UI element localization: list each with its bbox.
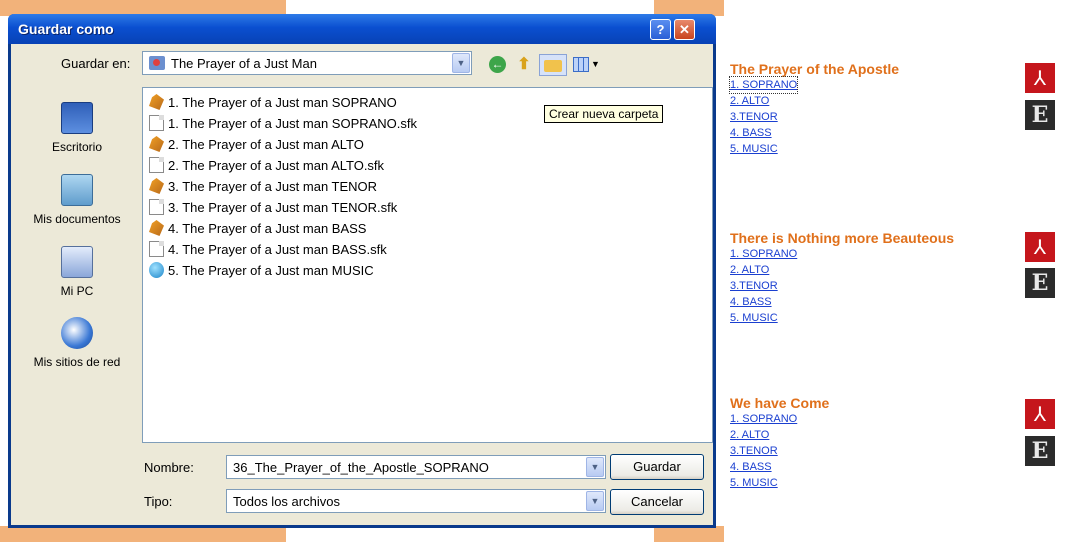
help-button[interactable]: ? — [650, 19, 671, 40]
pdf-icon[interactable]: ⅄ — [1025, 399, 1055, 429]
place-network[interactable]: Mis sitios de red — [25, 317, 129, 369]
filetype-combo[interactable]: Todos los archivos ▼ — [226, 489, 606, 513]
place-my-documents[interactable]: Mis documentos — [25, 174, 129, 226]
song-title: There is Nothing more Beauteous — [730, 230, 955, 246]
save-as-dialog: Guardar como ? ✕ Guardar en: The Prayer … — [8, 14, 716, 528]
song-link-music[interactable]: 5. MUSIC — [730, 141, 1030, 157]
lookin-value: The Prayer of a Just Man — [171, 56, 317, 71]
title-bar[interactable]: Guardar como ? ✕ — [8, 14, 716, 44]
song-link-tenor[interactable]: 3.TENOR — [730, 443, 1030, 459]
encore-icon[interactable]: E — [1025, 100, 1055, 130]
song-link-alto[interactable]: 2. ALTO — [730, 93, 1030, 109]
pdf-icon[interactable]: ⅄ — [1025, 63, 1055, 93]
background-strip-bottom — [0, 526, 286, 542]
folder-icon — [149, 56, 165, 70]
song-title: We have Come — [730, 395, 830, 411]
song-block: The Prayer of the Apostle 1. SOPRANO 2. … — [728, 61, 1030, 157]
song-link-soprano[interactable]: 1. SOPRANO — [730, 411, 1030, 427]
save-button[interactable]: Guardar — [610, 454, 704, 480]
my-computer-icon — [61, 246, 93, 278]
network-places-icon — [61, 317, 93, 349]
encore-icon[interactable]: E — [1025, 268, 1055, 298]
filename-combo[interactable]: 36_The_Prayer_of_the_Apostle_SOPRANO ▼ — [226, 455, 606, 479]
encore-file-icon — [149, 220, 164, 236]
document-icon — [149, 115, 164, 131]
up-folder-icon[interactable]: ⬆ — [514, 56, 534, 74]
name-label: Nombre: — [144, 460, 194, 475]
song-link-alto[interactable]: 2. ALTO — [730, 262, 1030, 278]
song-link-bass[interactable]: 4. BASS — [730, 294, 1030, 310]
desktop-icon — [61, 102, 93, 134]
song-link-soprano[interactable]: 1. SOPRANO — [728, 76, 799, 94]
chevron-down-icon[interactable]: ▼ — [452, 53, 470, 73]
my-documents-icon — [61, 174, 93, 206]
song-link-tenor[interactable]: 3.TENOR — [730, 278, 1030, 294]
filename-value: 36_The_Prayer_of_the_Apostle_SOPRANO — [233, 460, 489, 475]
place-label: Mis documentos — [33, 212, 121, 226]
pdf-icon[interactable]: ⅄ — [1025, 232, 1055, 262]
dialog-title: Guardar como — [18, 21, 114, 37]
views-menu-icon[interactable] — [573, 57, 589, 72]
lookin-label: Guardar en: — [61, 56, 131, 71]
document-icon — [149, 241, 164, 257]
filetype-value: Todos los archivos — [233, 494, 340, 509]
song-block: There is Nothing more Beauteous 1. SOPRA… — [730, 230, 1030, 326]
song-link-bass[interactable]: 4. BASS — [730, 459, 1030, 475]
music-file-icon — [149, 262, 164, 278]
song-link-music[interactable]: 5. MUSIC — [730, 310, 1030, 326]
encore-file-icon — [149, 94, 164, 110]
place-label: Escritorio — [51, 140, 102, 154]
new-folder-tooltip: Crear nueva carpeta — [544, 105, 664, 123]
place-label: Mi PC — [60, 284, 94, 298]
song-link-bass[interactable]: 4. BASS — [730, 125, 1030, 141]
cancel-button[interactable]: Cancelar — [610, 489, 704, 515]
views-dropdown-arrow-icon[interactable]: ▼ — [591, 59, 600, 69]
background-strip-bottom-right — [654, 526, 724, 542]
place-desktop[interactable]: Escritorio — [25, 102, 129, 154]
encore-icon[interactable]: E — [1025, 436, 1055, 466]
encore-file-icon — [149, 136, 164, 152]
back-icon[interactable]: ← — [489, 56, 506, 73]
song-link-alto[interactable]: 2. ALTO — [730, 427, 1030, 443]
place-label: Mis sitios de red — [33, 355, 121, 369]
file-list[interactable]: 1. The Prayer of a Just man SOPRANO 1. T… — [142, 87, 713, 443]
new-folder-icon[interactable] — [539, 54, 567, 76]
chevron-down-icon[interactable]: ▼ — [586, 491, 604, 511]
song-link-music[interactable]: 5. MUSIC — [730, 475, 1030, 491]
type-label: Tipo: — [144, 494, 173, 509]
place-my-computer[interactable]: Mi PC — [25, 246, 129, 298]
chevron-down-icon[interactable]: ▼ — [586, 457, 604, 477]
song-block: We have Come 1. SOPRANO 2. ALTO 3.TENOR … — [730, 395, 1030, 491]
song-link-tenor[interactable]: 3.TENOR — [730, 109, 1030, 125]
song-title: The Prayer of the Apostle — [730, 61, 900, 77]
lookin-combo[interactable]: The Prayer of a Just Man ▼ — [142, 51, 472, 75]
document-icon — [149, 199, 164, 215]
close-button[interactable]: ✕ — [674, 19, 695, 40]
song-link-soprano[interactable]: 1. SOPRANO — [730, 246, 1030, 262]
encore-file-icon — [149, 178, 164, 194]
document-icon — [149, 157, 164, 173]
